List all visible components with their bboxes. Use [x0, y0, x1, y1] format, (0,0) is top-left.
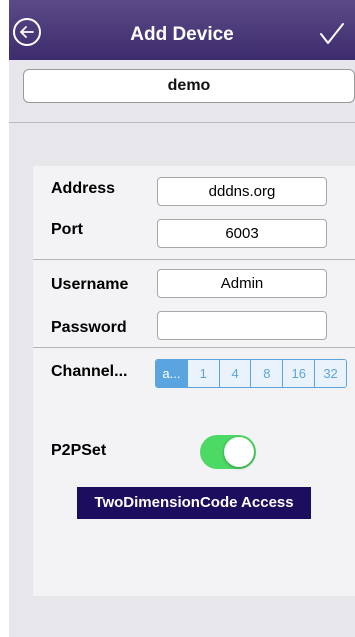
port-field[interactable]: 6003: [157, 219, 327, 248]
navigation-bar: Add Device: [9, 0, 355, 60]
channel-option[interactable]: a...: [156, 360, 187, 387]
username-label: Username: [51, 276, 129, 293]
divider: [33, 347, 355, 348]
confirm-button[interactable]: [319, 22, 345, 46]
divider: [9, 122, 355, 123]
checkmark-icon: [320, 23, 344, 44]
device-name-field[interactable]: demo: [23, 69, 355, 103]
address-field[interactable]: dddns.org: [157, 177, 327, 206]
channel-option[interactable]: 8: [250, 360, 283, 387]
username-field[interactable]: Admin: [157, 269, 327, 298]
channel-option[interactable]: 16: [282, 360, 315, 387]
password-label: Password: [51, 319, 127, 336]
p2p-toggle[interactable]: [200, 435, 256, 469]
p2p-label: P2PSet: [51, 442, 107, 459]
channel-option[interactable]: 4: [218, 360, 251, 387]
divider: [33, 259, 355, 260]
address-label: Address: [51, 180, 116, 197]
channel-option[interactable]: 1: [186, 360, 219, 387]
device-form: Address dddns.org Port 6003 Username Adm…: [33, 166, 355, 596]
channel-selector: a... 1 4 8 16 32: [155, 359, 347, 388]
port-label: Port: [51, 221, 83, 238]
page-title: Add Device: [130, 24, 234, 45]
qr-code-access-button[interactable]: TwoDimensionCode Access: [77, 487, 311, 519]
screen: Add Device demo Address dddns.org Port 6…: [9, 0, 355, 637]
channel-option[interactable]: 32: [314, 360, 346, 387]
toggle-knob: [224, 437, 254, 467]
password-field[interactable]: [157, 311, 327, 340]
channel-label: Channel...: [51, 363, 128, 380]
